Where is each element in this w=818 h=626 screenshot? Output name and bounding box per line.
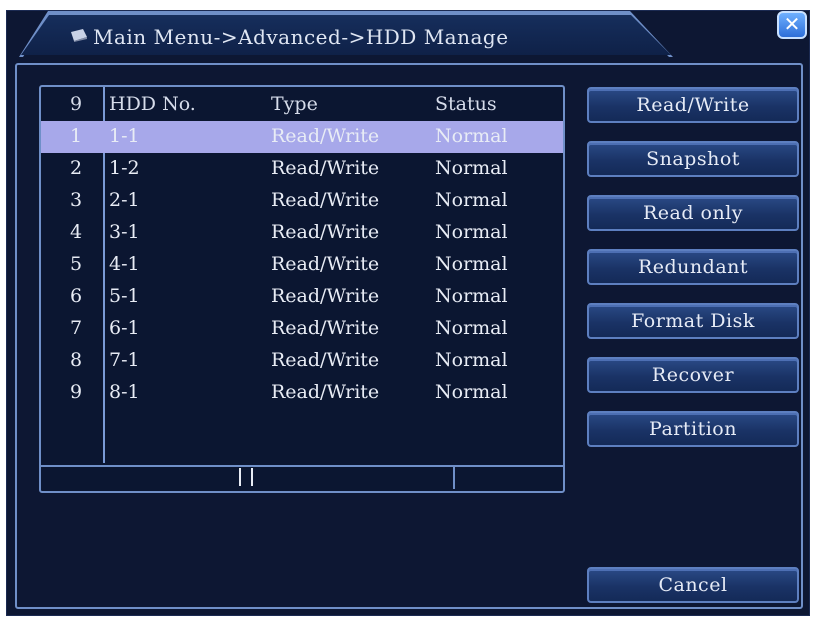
- row-hdd-no: 1-2: [109, 157, 140, 179]
- row-index: 7: [69, 317, 83, 339]
- redundant-button[interactable]: Redundant: [587, 249, 799, 285]
- table-row[interactable]: 2 1-2 Read/Write Normal: [41, 153, 563, 185]
- row-hdd-no: 3-1: [109, 221, 140, 243]
- row-index: 3: [69, 189, 83, 211]
- row-index: 5: [69, 253, 83, 275]
- snapshot-button[interactable]: Snapshot: [587, 141, 799, 177]
- table-header: 9 HDD No. Type Status: [41, 89, 563, 121]
- row-index: 9: [69, 381, 83, 403]
- table-row[interactable]: 6 5-1 Read/Write Normal: [41, 281, 563, 313]
- row-type: Read/Write: [271, 317, 380, 339]
- row-type: Read/Write: [271, 381, 380, 403]
- row-index: 1: [69, 125, 83, 147]
- row-status: Normal: [435, 381, 508, 403]
- read-write-button[interactable]: Read/Write: [587, 87, 799, 123]
- read-only-button[interactable]: Read only: [587, 195, 799, 231]
- scrollbar-track[interactable]: [41, 467, 455, 489]
- scrollbar-thumb[interactable]: [239, 468, 253, 486]
- header-hdd-no: HDD No.: [109, 93, 196, 115]
- content-panel: 9 HDD No. Type Status 1 1-1 Read/Write N…: [15, 63, 803, 609]
- cancel-button[interactable]: Cancel: [587, 567, 799, 603]
- row-hdd-no: 2-1: [109, 189, 140, 211]
- row-type: Read/Write: [271, 125, 380, 147]
- row-type: Read/Write: [271, 285, 380, 307]
- row-status: Normal: [435, 253, 508, 275]
- partition-button[interactable]: Partition: [587, 411, 799, 447]
- hdd-manage-window: Main Menu->Advanced->HDD Manage ✕ 9 HDD …: [6, 10, 810, 616]
- table-row[interactable]: 9 8-1 Read/Write Normal: [41, 377, 563, 409]
- row-type: Read/Write: [271, 349, 380, 371]
- row-type: Read/Write: [271, 221, 380, 243]
- table-row[interactable]: 5 4-1 Read/Write Normal: [41, 249, 563, 281]
- row-status: Normal: [435, 189, 508, 211]
- row-type: Read/Write: [271, 189, 380, 211]
- hdd-table: 9 HDD No. Type Status 1 1-1 Read/Write N…: [39, 85, 565, 493]
- table-row[interactable]: 8 7-1 Read/Write Normal: [41, 345, 563, 377]
- header-status: Status: [435, 93, 497, 115]
- row-hdd-no: 4-1: [109, 253, 140, 275]
- window-title: Main Menu->Advanced->HDD Manage: [93, 25, 509, 49]
- header-type: Type: [271, 93, 318, 115]
- row-status: Normal: [435, 157, 508, 179]
- row-index: 8: [69, 349, 83, 371]
- horizontal-scrollbar[interactable]: [41, 465, 563, 489]
- row-status: Normal: [435, 349, 508, 371]
- row-index: 4: [69, 221, 83, 243]
- close-icon: ✕: [783, 12, 801, 36]
- format-disk-button[interactable]: Format Disk: [587, 303, 799, 339]
- row-hdd-no: 8-1: [109, 381, 140, 403]
- recover-button[interactable]: Recover: [587, 357, 799, 393]
- row-type: Read/Write: [271, 157, 380, 179]
- table-row[interactable]: 7 6-1 Read/Write Normal: [41, 313, 563, 345]
- row-status: Normal: [435, 221, 508, 243]
- row-status: Normal: [435, 317, 508, 339]
- hdd-icon: [71, 29, 87, 42]
- row-status: Normal: [435, 285, 508, 307]
- row-hdd-no: 6-1: [109, 317, 140, 339]
- row-index: 2: [69, 157, 83, 179]
- table-row[interactable]: 1 1-1 Read/Write Normal: [41, 121, 563, 153]
- row-hdd-no: 5-1: [109, 285, 140, 307]
- row-index: 6: [69, 285, 83, 307]
- row-hdd-no: 1-1: [109, 125, 140, 147]
- row-status: Normal: [435, 125, 508, 147]
- table-row[interactable]: 4 3-1 Read/Write Normal: [41, 217, 563, 249]
- close-button[interactable]: ✕: [777, 11, 807, 39]
- row-hdd-no: 7-1: [109, 349, 140, 371]
- table-row[interactable]: 3 2-1 Read/Write Normal: [41, 185, 563, 217]
- row-type: Read/Write: [271, 253, 380, 275]
- header-index: 9: [69, 93, 83, 115]
